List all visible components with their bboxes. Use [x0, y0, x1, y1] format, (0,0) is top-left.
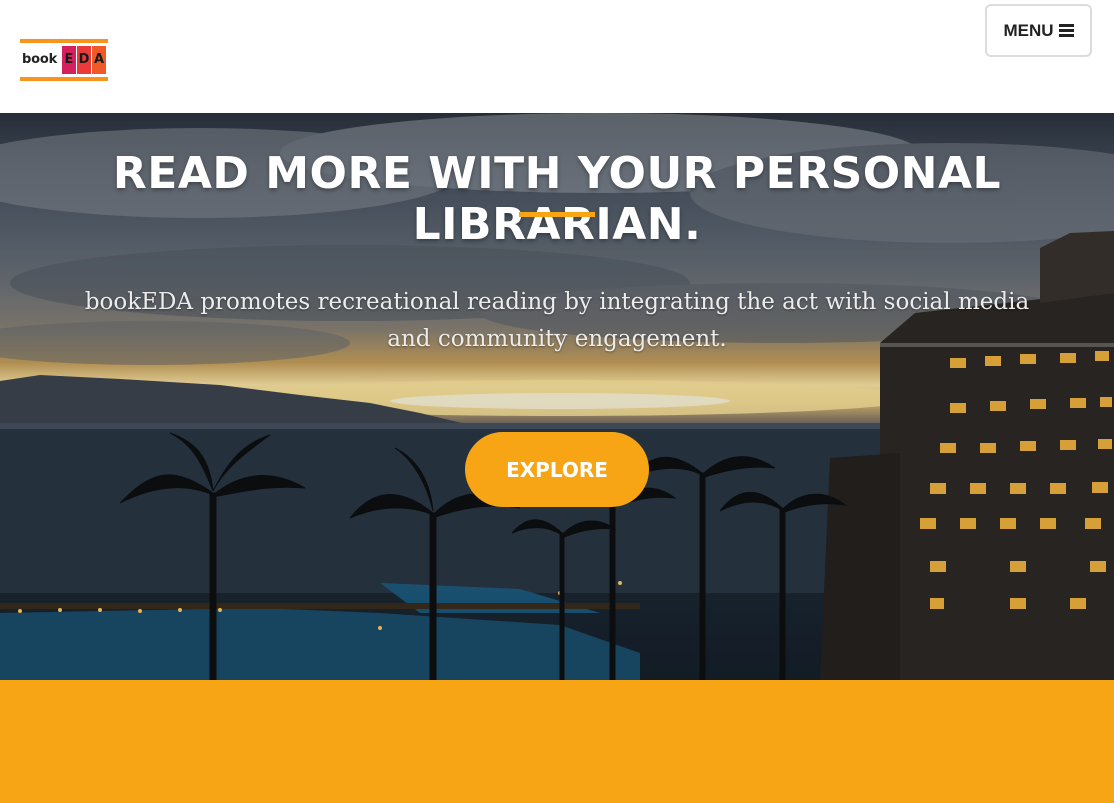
hamburger-icon [1058, 24, 1074, 37]
logo-letter-e: E [62, 46, 76, 74]
menu-label: MENU [1003, 20, 1054, 40]
title-divider [519, 212, 595, 217]
logo-body: book E D A [20, 45, 108, 75]
logo-word: book [22, 52, 58, 67]
hero-subtitle: bookEDA promotes recreational reading by… [84, 289, 1030, 352]
logo-letter-a: A [92, 46, 106, 74]
orange-content-section [0, 680, 1114, 803]
hero-section: READ MORE WITH YOUR PERSONAL LIBRARIAN. … [0, 113, 1114, 680]
logo-bottom-bar [20, 77, 108, 81]
logo-letter-d: D [77, 46, 91, 74]
bookeda-logo[interactable]: book E D A [20, 39, 108, 81]
explore-button[interactable]: EXPLORE [465, 432, 649, 507]
navbar: book E D A MENU [0, 0, 1114, 113]
menu-button[interactable]: MENU [985, 4, 1092, 57]
hero-title: READ MORE WITH YOUR PERSONAL LIBRARIAN. [112, 148, 1002, 251]
logo-top-bar [20, 39, 108, 43]
